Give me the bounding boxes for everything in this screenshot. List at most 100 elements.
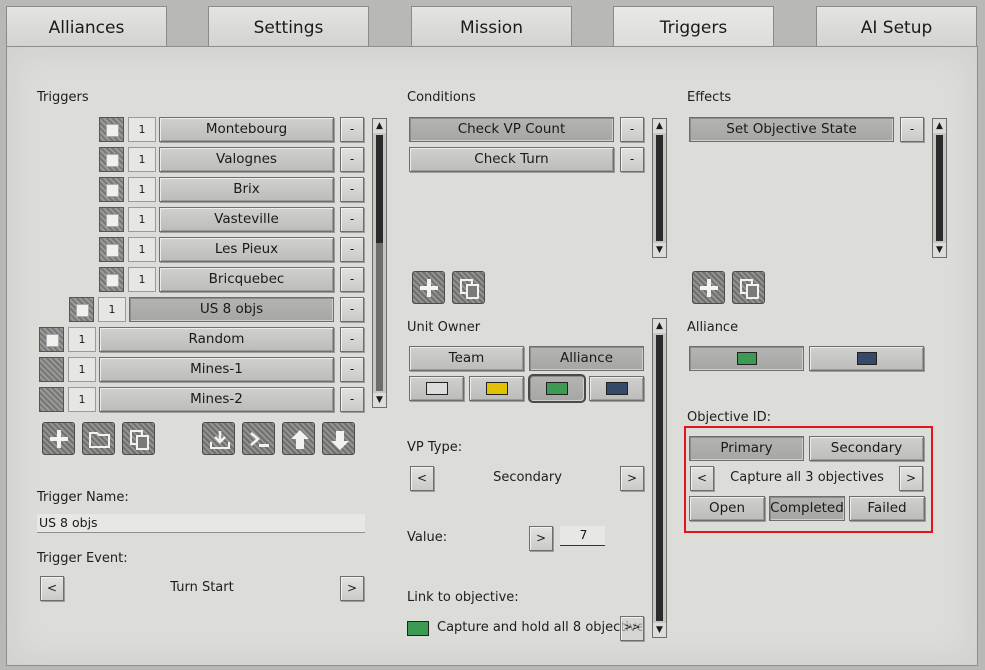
scroll-down-icon[interactable]: ▼ [373, 393, 386, 407]
trigger-event-prev-button[interactable]: < [40, 576, 64, 601]
trigger-checkbox[interactable] [99, 117, 124, 142]
trigger-item[interactable]: Les Pieux [159, 237, 334, 262]
copy-condition-button[interactable] [452, 271, 485, 304]
trigger-event-next-button[interactable]: > [340, 576, 364, 601]
trigger-remove-button[interactable]: - [340, 147, 364, 172]
trigger-item[interactable]: Brix [159, 177, 334, 202]
color-swatch [605, 381, 628, 395]
scroll-up-icon[interactable]: ▲ [653, 319, 666, 333]
trigger-remove-button[interactable]: - [340, 117, 364, 142]
scroll-up-icon[interactable]: ▲ [373, 119, 386, 133]
trigger-checkbox[interactable] [99, 267, 124, 292]
download-icon [210, 431, 230, 449]
value-increment-button[interactable]: > [529, 526, 553, 551]
alliance-option[interactable] [809, 346, 924, 371]
objective-id-label: Objective ID: [687, 410, 771, 425]
tab-ai-setup[interactable]: AI Setup [816, 6, 977, 47]
trigger-item[interactable]: Random [99, 327, 334, 352]
owner-color-option-selected[interactable] [528, 374, 586, 403]
move-down-button[interactable] [322, 422, 355, 455]
trigger-count: 1 [128, 177, 156, 202]
scroll-track [656, 135, 663, 241]
trigger-remove-button[interactable]: - [340, 267, 364, 292]
copy-effect-button[interactable] [732, 271, 765, 304]
trigger-remove-button[interactable]: - [340, 237, 364, 262]
alliance-option-selected[interactable] [689, 346, 804, 371]
owner-color-option[interactable] [469, 376, 524, 401]
trigger-checkbox[interactable] [99, 177, 124, 202]
trigger-item[interactable]: Vasteville [159, 207, 334, 232]
add-trigger-button[interactable] [42, 422, 75, 455]
trigger-checkbox[interactable] [99, 147, 124, 172]
folder-button[interactable] [82, 422, 115, 455]
condition-remove-button[interactable]: - [620, 147, 644, 172]
trigger-list-scrollbar[interactable]: ▲ ▼ [372, 118, 387, 408]
trigger-item[interactable]: Mines-1 [99, 357, 334, 382]
trigger-item[interactable]: Mines-2 [99, 387, 334, 412]
scroll-down-icon[interactable]: ▼ [933, 243, 946, 257]
copy-trigger-button[interactable] [122, 422, 155, 455]
tab-alliances[interactable]: Alliances [6, 6, 167, 47]
vp-type-prev-button[interactable]: < [410, 466, 434, 491]
condition-detail-scrollbar[interactable]: ▲ ▼ [652, 318, 667, 638]
trigger-remove-button[interactable]: - [340, 327, 364, 352]
tab-settings[interactable]: Settings [208, 6, 369, 47]
condition-item[interactable]: Check Turn [409, 147, 614, 172]
effect-list-scrollbar[interactable]: ▲ ▼ [932, 118, 947, 258]
vp-type-next-button[interactable]: > [620, 466, 644, 491]
plus-icon [700, 279, 718, 297]
scroll-down-icon[interactable]: ▼ [653, 243, 666, 257]
condition-remove-button[interactable]: - [620, 117, 644, 142]
trigger-checkbox[interactable] [39, 357, 64, 382]
trigger-name-input[interactable]: US 8 objs [37, 514, 365, 533]
trigger-remove-button[interactable]: - [340, 387, 364, 412]
effect-remove-button[interactable]: - [900, 117, 924, 142]
scroll-up-icon[interactable]: ▲ [933, 119, 946, 133]
trigger-item[interactable]: Bricquebec [159, 267, 334, 292]
alliance-button[interactable]: Alliance [529, 346, 644, 371]
owner-color-option[interactable] [409, 376, 464, 401]
trigger-remove-button[interactable]: - [340, 207, 364, 232]
trigger-remove-button[interactable]: - [340, 357, 364, 382]
team-button[interactable]: Team [409, 346, 524, 371]
add-condition-button[interactable] [412, 271, 445, 304]
trigger-checkbox[interactable] [39, 387, 64, 412]
vp-type-label: VP Type: [407, 440, 463, 455]
condition-item-selected[interactable]: Check VP Count [409, 117, 614, 142]
trigger-count: 1 [128, 207, 156, 232]
tab-mission[interactable]: Mission [411, 6, 572, 47]
console-button[interactable] [242, 422, 275, 455]
condition-list-scrollbar[interactable]: ▲ ▼ [652, 118, 667, 258]
owner-color-option[interactable] [589, 376, 644, 401]
trigger-remove-button[interactable]: - [340, 297, 364, 322]
move-up-button[interactable] [282, 422, 315, 455]
trigger-checkbox[interactable] [69, 297, 94, 322]
trigger-remove-button[interactable]: - [340, 177, 364, 202]
trigger-checkbox[interactable] [99, 237, 124, 262]
trigger-item[interactable]: Montebourg [159, 117, 334, 142]
trigger-count: 1 [98, 297, 126, 322]
plus-icon [50, 430, 68, 448]
import-button[interactable] [202, 422, 235, 455]
color-swatch [856, 351, 877, 365]
add-effect-button[interactable] [692, 271, 725, 304]
trigger-checkbox[interactable] [99, 207, 124, 232]
value-input[interactable]: 7 [560, 526, 605, 546]
trigger-count: 1 [68, 327, 96, 352]
unit-owner-label: Unit Owner [407, 320, 481, 335]
tab-triggers[interactable]: Triggers [613, 6, 774, 48]
scroll-up-icon[interactable]: ▲ [653, 119, 666, 133]
plus-icon [420, 279, 438, 297]
color-swatch [736, 351, 757, 365]
link-objective-button[interactable]: >> [620, 616, 644, 641]
scroll-down-icon[interactable]: ▼ [653, 623, 666, 637]
effect-item-selected[interactable]: Set Objective State [689, 117, 894, 142]
scroll-thumb[interactable] [376, 243, 383, 391]
conditions-label: Conditions [407, 90, 476, 105]
value-label: Value: [407, 530, 448, 545]
trigger-item[interactable]: Valognes [159, 147, 334, 172]
color-swatch [425, 381, 448, 395]
trigger-item-selected[interactable]: US 8 objs [129, 297, 334, 322]
trigger-checkbox[interactable] [39, 327, 64, 352]
arrow-down-icon [331, 431, 349, 450]
